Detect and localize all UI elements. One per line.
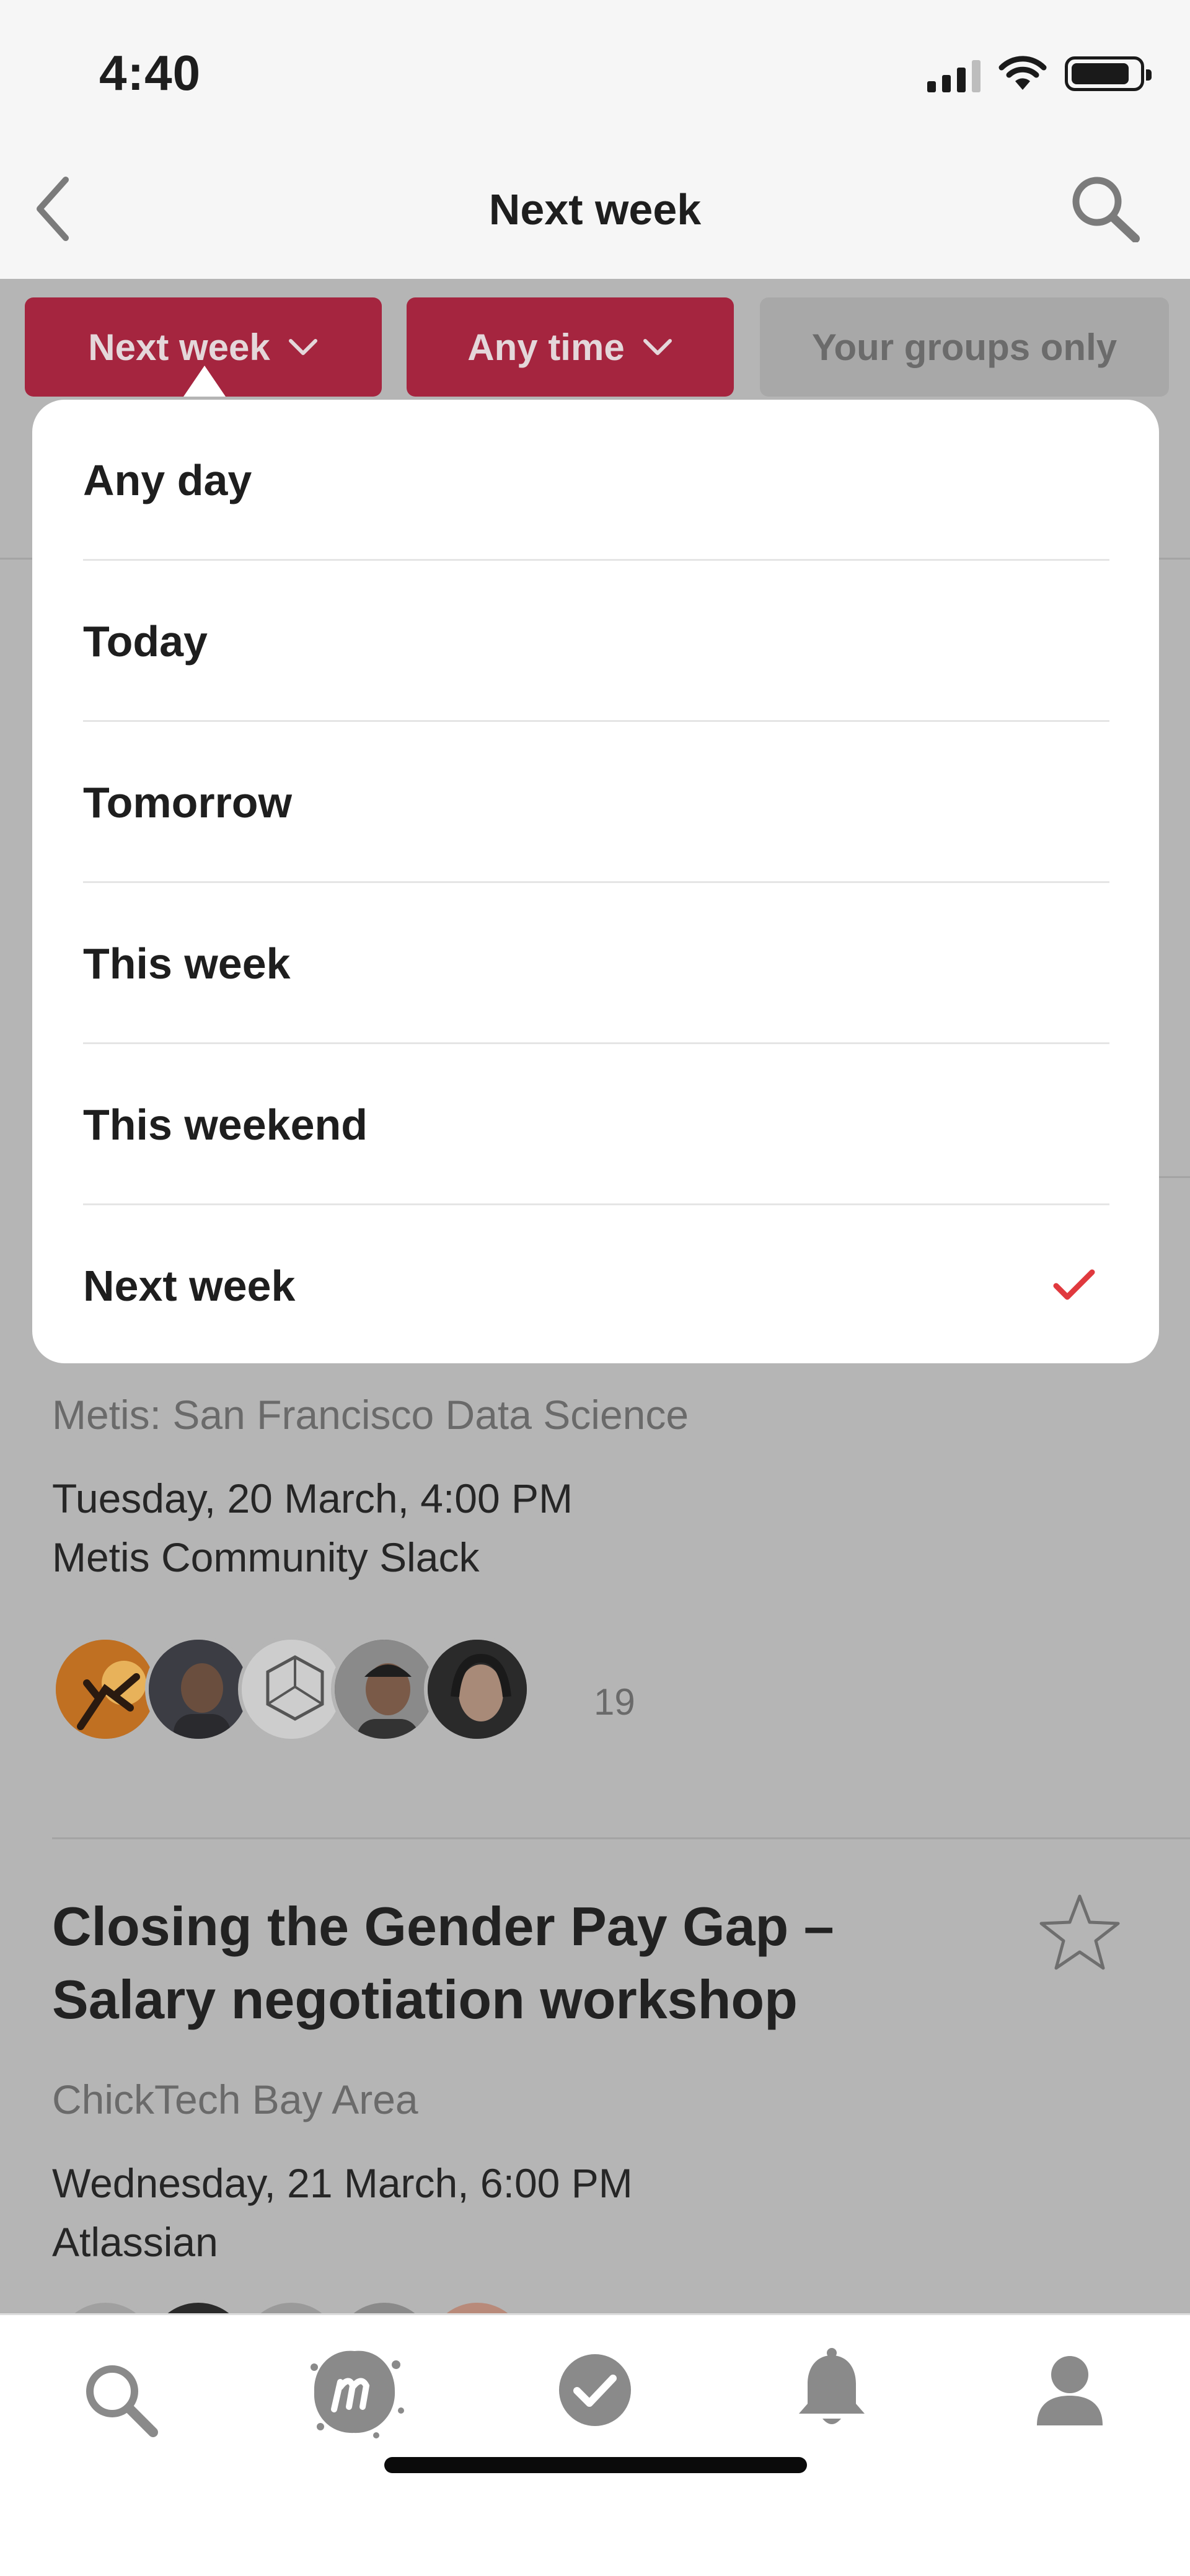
checkmark-icon — [1053, 1269, 1095, 1300]
avatar — [238, 2299, 345, 2313]
avatar — [331, 1636, 438, 1743]
avatar — [145, 2299, 252, 2313]
status-time: 4:40 — [99, 45, 201, 100]
dropdown-item-label: This weekend — [83, 1101, 368, 1149]
dropdown-item-this-week[interactable]: This week — [83, 883, 1109, 1044]
event-title-line: Salary negotiation workshop — [52, 1969, 798, 2030]
status-icons — [927, 52, 1152, 95]
avatar — [145, 1636, 252, 1743]
tab-search[interactable] — [64, 2344, 176, 2455]
dropdown-item-this-weekend[interactable]: This weekend — [83, 1044, 1109, 1205]
dropdown-item-label: Today — [83, 617, 208, 666]
tab-going[interactable] — [539, 2334, 651, 2446]
event-datetime: Tuesday, 20 March, 4:00 PM — [52, 1475, 573, 1521]
tab-home[interactable] — [299, 2336, 410, 2448]
event-venue: Atlassian — [52, 2219, 218, 2265]
page-title: Next week — [488, 185, 702, 234]
event-venue: Metis Community Slack — [52, 1534, 480, 1580]
avatar — [424, 2299, 531, 2313]
dropdown-item-next-week[interactable]: Next week — [83, 1205, 1109, 1363]
search-icon — [86, 2365, 158, 2437]
dropdown-item-label: Next week — [83, 1262, 296, 1310]
event-datetime: Wednesday, 21 March, 6:00 PM — [52, 2160, 633, 2206]
avatar — [238, 1636, 345, 1743]
dropdown-item-tomorrow[interactable]: Tomorrow — [83, 722, 1109, 883]
cellular-signal-icon — [927, 55, 981, 92]
event-group-name: Metis: San Francisco Data Science — [52, 1392, 689, 1438]
dropdown-item-today[interactable]: Today — [83, 561, 1109, 722]
dropdown-item-any-day[interactable]: Any day — [83, 400, 1109, 561]
groups-filter-chip[interactable]: Your groups only — [760, 297, 1169, 397]
wifi-icon — [998, 56, 1047, 90]
search-button[interactable] — [1061, 171, 1148, 245]
dropdown-item-label: Tomorrow — [83, 778, 293, 827]
tab-profile[interactable] — [1014, 2334, 1126, 2446]
chevron-down-icon — [643, 339, 672, 355]
search-icon — [1072, 177, 1140, 242]
avatar — [52, 1636, 159, 1743]
time-filter-label: Any time — [467, 326, 625, 368]
dropdown-item-label: Any day — [83, 456, 252, 504]
profile-icon — [1037, 2356, 1103, 2425]
avatar — [331, 2299, 438, 2313]
divider — [52, 1837, 1190, 1839]
avatar — [424, 1636, 531, 1743]
chevron-down-icon — [288, 339, 317, 355]
home-indicator — [384, 2457, 807, 2473]
star-icon[interactable] — [1036, 1890, 1123, 1977]
meetup-logo-icon — [311, 2350, 404, 2438]
time-filter-chip[interactable]: Any time — [407, 297, 734, 397]
event-title-line: Closing the Gender Pay Gap – — [52, 1896, 834, 1957]
date-filter-dropdown: Any day Today Tomorrow This week This we… — [32, 400, 1159, 1363]
dropdown-caret — [183, 366, 226, 397]
avatar — [52, 2299, 159, 2313]
check-circle-icon — [559, 2354, 631, 2426]
date-filter-label: Next week — [88, 326, 270, 368]
battery-icon — [1065, 56, 1152, 91]
tab-notifications[interactable] — [776, 2334, 888, 2446]
event-title[interactable]: Closing the Gender Pay Gap – Salary nego… — [52, 1890, 982, 2036]
bell-icon — [799, 2348, 865, 2424]
top-bar: 4:40 Next week — [0, 0, 1190, 279]
dropdown-item-label: This week — [83, 939, 291, 988]
attendee-count: 19 — [594, 1681, 635, 1723]
groups-filter-label: Your groups only — [811, 326, 1117, 368]
event-group-name: ChickTech Bay Area — [52, 2077, 418, 2122]
